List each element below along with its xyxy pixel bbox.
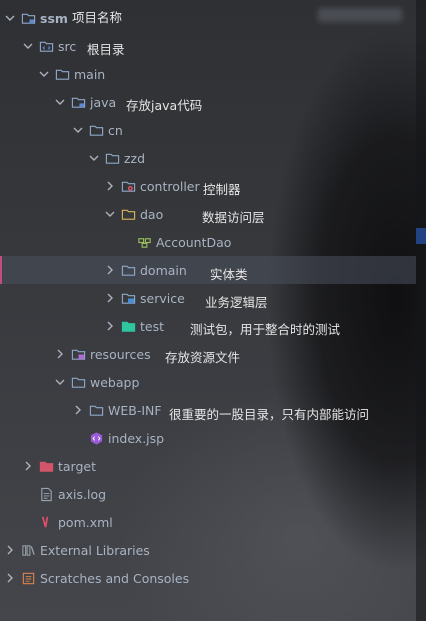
chevron-right-icon[interactable] [104, 320, 116, 332]
controller-folder-icon [120, 178, 136, 194]
package-icon [88, 122, 104, 138]
excluded-folder-icon [38, 458, 54, 474]
chevron-down-icon[interactable] [88, 152, 100, 164]
scratches-icon [20, 570, 36, 586]
tree-row-scratches[interactable]: Scratches and Consoles [0, 564, 420, 592]
tree-label-webapp: webapp [90, 374, 140, 390]
folder-icon [88, 402, 104, 418]
redacted-area [318, 8, 402, 22]
tree-label-pomxml: pom.xml [58, 514, 113, 530]
log-file-icon [38, 486, 54, 502]
annotation-test: 测试包，用于整合时的测试 [190, 322, 341, 337]
annotation-domain: 实体类 [210, 267, 248, 282]
tree-label-accountdao: AccountDao [156, 234, 232, 250]
annotation-dao: 数据访问层 [202, 210, 265, 225]
tree-label-dao: dao [140, 206, 164, 222]
annotation-webinf: 很重要的一股目录，只有内部能访问 [169, 407, 370, 422]
jsp-file-icon [88, 430, 104, 446]
tree-row-main[interactable]: main [0, 60, 426, 88]
chevron-down-icon[interactable] [54, 376, 66, 388]
tree-row-cn[interactable]: cn [0, 116, 426, 144]
tree-row-target[interactable]: target [0, 452, 426, 480]
tree-label-webinf: WEB-INF [108, 402, 162, 418]
tree-row-accountdao[interactable]: AccountDao [0, 228, 426, 256]
tree-row-pomxml[interactable]: pom.xml [0, 508, 426, 536]
annotation-resources: 存放资源文件 [165, 350, 241, 365]
tree-label-root: ssm [40, 10, 68, 26]
chevron-down-icon[interactable] [54, 96, 66, 108]
tree-label-main: main [74, 66, 106, 82]
module-folder-icon [20, 10, 36, 26]
library-icon [20, 542, 36, 558]
chevron-right-icon[interactable] [104, 292, 116, 304]
source-root-folder-icon [70, 94, 86, 110]
tree-label-java: java [90, 94, 117, 110]
folder-icon [54, 66, 70, 82]
package-icon [104, 150, 120, 166]
resources-folder-icon [70, 346, 86, 362]
annotation-root: 项目名称 [72, 10, 123, 25]
annotation-java: 存放java代码 [126, 98, 203, 113]
tree-label-cn: cn [108, 122, 123, 138]
tree-label-controller: controller [140, 178, 200, 194]
tree-label-scratches: Scratches and Consoles [40, 570, 190, 586]
chevron-right-icon[interactable] [54, 348, 66, 360]
tree-row-webapp[interactable]: webapp [0, 368, 426, 396]
chevron-right-icon[interactable] [22, 460, 34, 472]
folder-icon [120, 262, 136, 278]
chevron-right-icon[interactable] [104, 180, 116, 192]
tree-row-src[interactable]: src [0, 32, 426, 60]
tree-label-zzd: zzd [124, 150, 146, 166]
tree-row-java[interactable]: java [0, 88, 426, 116]
tree-label-test: test [140, 318, 165, 334]
chevron-right-icon[interactable] [4, 572, 16, 584]
annotation-src: 根目录 [87, 42, 125, 57]
chevron-down-icon[interactable] [104, 208, 116, 220]
dao-folder-icon [120, 206, 136, 222]
tree-label-indexjsp: index.jsp [108, 430, 165, 446]
chevron-down-icon[interactable] [72, 124, 84, 136]
annotation-controller: 控制器 [203, 182, 241, 197]
source-folder-icon [38, 38, 54, 54]
chevron-right-icon[interactable] [104, 264, 116, 276]
service-folder-icon [120, 290, 136, 306]
maven-file-icon [38, 514, 54, 530]
tree-row-indexjsp[interactable]: index.jsp [0, 424, 426, 452]
chevron-right-icon[interactable] [72, 404, 84, 416]
tree-row-domain[interactable]: domain [0, 256, 416, 284]
chevron-down-icon[interactable] [22, 40, 34, 52]
tree-label-src: src [58, 38, 77, 54]
tree-label-target: target [58, 458, 97, 474]
tree-label-service: service [140, 290, 185, 306]
tree-label-external-libraries: External Libraries [40, 542, 150, 558]
tree-label-axislog: axis.log [58, 486, 107, 502]
chevron-down-icon[interactable] [38, 68, 50, 80]
tree-row-axislog[interactable]: axis.log [0, 480, 426, 508]
chevron-right-icon[interactable] [4, 544, 16, 556]
annotation-service: 业务逻辑层 [205, 295, 268, 310]
folder-icon [70, 374, 86, 390]
tree-label-resources: resources [90, 346, 151, 362]
tree-label-domain: domain [140, 262, 187, 278]
tree-row-zzd[interactable]: zzd [0, 144, 426, 172]
test-folder-icon [120, 318, 136, 334]
mybatis-mapper-icon [136, 234, 152, 250]
tree-row-external-libraries[interactable]: External Libraries [0, 536, 420, 564]
chevron-down-icon[interactable] [4, 12, 16, 24]
